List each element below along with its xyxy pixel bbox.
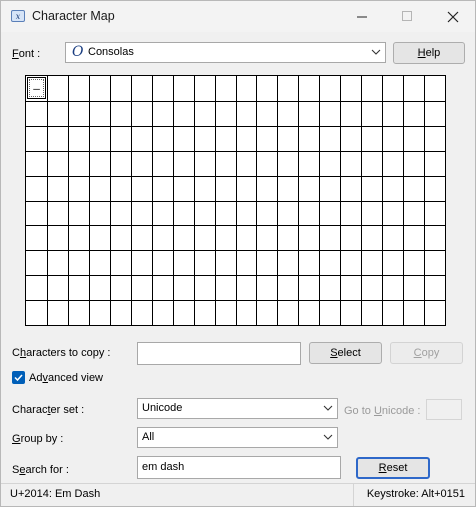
characters-to-copy-field[interactable] bbox=[137, 342, 301, 365]
help-button-label: Help bbox=[417, 47, 441, 59]
copy-button[interactable]: Copy bbox=[390, 342, 463, 364]
character-map-window: x Character Map Font : O Consolas Help —… bbox=[0, 0, 476, 507]
chevron-down-icon bbox=[323, 434, 333, 440]
selected-character-cell[interactable]: — bbox=[27, 77, 46, 99]
status-divider bbox=[353, 484, 354, 506]
status-keystroke: Keystroke: Alt+0151 bbox=[366, 488, 465, 500]
go-to-unicode-label: Go to Unicode : bbox=[344, 405, 421, 417]
opentype-icon: O bbox=[72, 44, 84, 60]
advanced-view-checkbox[interactable] bbox=[12, 371, 25, 384]
title-bar[interactable]: x Character Map bbox=[1, 1, 475, 32]
go-to-unicode-field[interactable] bbox=[426, 399, 462, 420]
minimize-button[interactable] bbox=[340, 1, 385, 32]
maximize-icon bbox=[402, 11, 412, 21]
svg-text:x: x bbox=[16, 12, 21, 21]
maximize-button bbox=[385, 1, 430, 32]
grid-lines bbox=[26, 76, 445, 325]
checkmark-icon bbox=[14, 374, 23, 382]
copy-button-label: Copy bbox=[413, 347, 440, 359]
characters-to-copy-label: Characters to copy : bbox=[12, 347, 111, 359]
font-label: Font : bbox=[12, 48, 41, 60]
character-set-label: Character set : bbox=[12, 404, 85, 416]
status-bar: U+2014: Em Dash Keystroke: Alt+0151 bbox=[1, 483, 475, 507]
status-character-info: U+2014: Em Dash bbox=[10, 488, 101, 500]
group-by-label: Group by : bbox=[12, 433, 64, 445]
close-button[interactable] bbox=[430, 1, 475, 32]
character-grid[interactable]: — bbox=[25, 75, 446, 326]
selected-character: — bbox=[33, 81, 40, 95]
select-button[interactable]: Select bbox=[309, 342, 382, 364]
character-set-dropdown[interactable]: Unicode bbox=[137, 398, 338, 419]
select-button-label: Select bbox=[330, 347, 361, 359]
character-set-value: Unicode bbox=[142, 402, 183, 414]
reset-button[interactable]: Reset bbox=[356, 457, 430, 479]
search-input[interactable]: em dash bbox=[137, 456, 341, 479]
group-by-dropdown[interactable]: All bbox=[137, 427, 338, 448]
minimize-icon bbox=[357, 16, 367, 18]
advanced-view-label[interactable]: Advanced view bbox=[29, 372, 103, 384]
chevron-down-icon bbox=[323, 405, 333, 411]
close-icon bbox=[447, 11, 458, 22]
help-button[interactable]: Help bbox=[393, 42, 465, 64]
search-value: em dash bbox=[142, 461, 185, 473]
font-dropdown[interactable]: O Consolas bbox=[65, 42, 386, 63]
chevron-down-icon bbox=[371, 49, 381, 55]
font-value: Consolas bbox=[88, 46, 134, 58]
search-for-label: Search for : bbox=[12, 464, 69, 476]
window-title: Character Map bbox=[32, 9, 115, 23]
group-by-value: All bbox=[142, 431, 155, 443]
reset-button-label: Reset bbox=[378, 462, 408, 474]
character-map-app-icon: x bbox=[11, 10, 25, 22]
